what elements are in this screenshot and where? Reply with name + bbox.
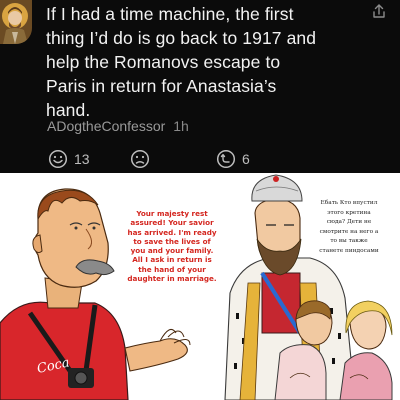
post-text-line: If I had a time machine, the first [46, 4, 294, 24]
speech-bubble-right: Ебать Кто впустил этого кретина сюда? Де… [300, 199, 398, 257]
action-bar: 13 6 [48, 148, 288, 170]
reshare-icon [216, 149, 236, 169]
frown-downvote-icon [130, 149, 150, 169]
smiley-upvote-icon [48, 149, 68, 169]
speech-line: то вы также [330, 238, 368, 245]
speech-line: to save the lives of [133, 236, 211, 246]
speech-line: has arrived. I'm ready [127, 227, 217, 237]
speech-line: этого кретина [327, 209, 371, 216]
speech-line: assured! Your savior [130, 218, 214, 228]
speech-line: you and your family. [130, 246, 214, 256]
upvote-button[interactable]: 13 [48, 148, 90, 170]
post-text-line: Paris in return for Anastasia’s [46, 76, 277, 96]
post-meta: ADogtheConfessor 1h [47, 118, 189, 134]
post-time: 1h [173, 118, 189, 134]
speech-line: the hand of your [138, 264, 206, 274]
speech-bubble-left: Your majesty rest assured! Your savior h… [118, 209, 226, 283]
post-text-line: thing I’d do is go back to 1917 and [46, 28, 317, 48]
saint-icon-avatar [0, 0, 32, 44]
speech-line: сюда? Дети не [326, 219, 372, 226]
speech-line: станете пиндосами [319, 247, 379, 254]
reshare-button[interactable]: 6 [216, 148, 250, 170]
speech-line: Ебать Кто впустил [320, 200, 378, 206]
avatar[interactable] [0, 0, 32, 44]
post-text-line: help the Romanovs escape to [46, 52, 281, 72]
downvote-button[interactable] [130, 148, 150, 170]
speech-line: All I ask in return is [132, 255, 212, 265]
author-name[interactable]: ADogtheConfessor [47, 118, 165, 134]
speech-line: смотрите на него а [319, 228, 379, 235]
speech-line: daughter in marriage. [127, 274, 217, 284]
speech-line: Your majesty rest [136, 209, 208, 218]
reshare-count: 6 [242, 151, 250, 167]
upvote-count: 13 [74, 151, 90, 167]
post-text: If I had a time machine, the first thing… [46, 2, 376, 122]
meme-comic-image: Coca Your majesty rest assured! Your sav… [0, 173, 400, 400]
post-card: If I had a time machine, the first thing… [0, 0, 400, 173]
